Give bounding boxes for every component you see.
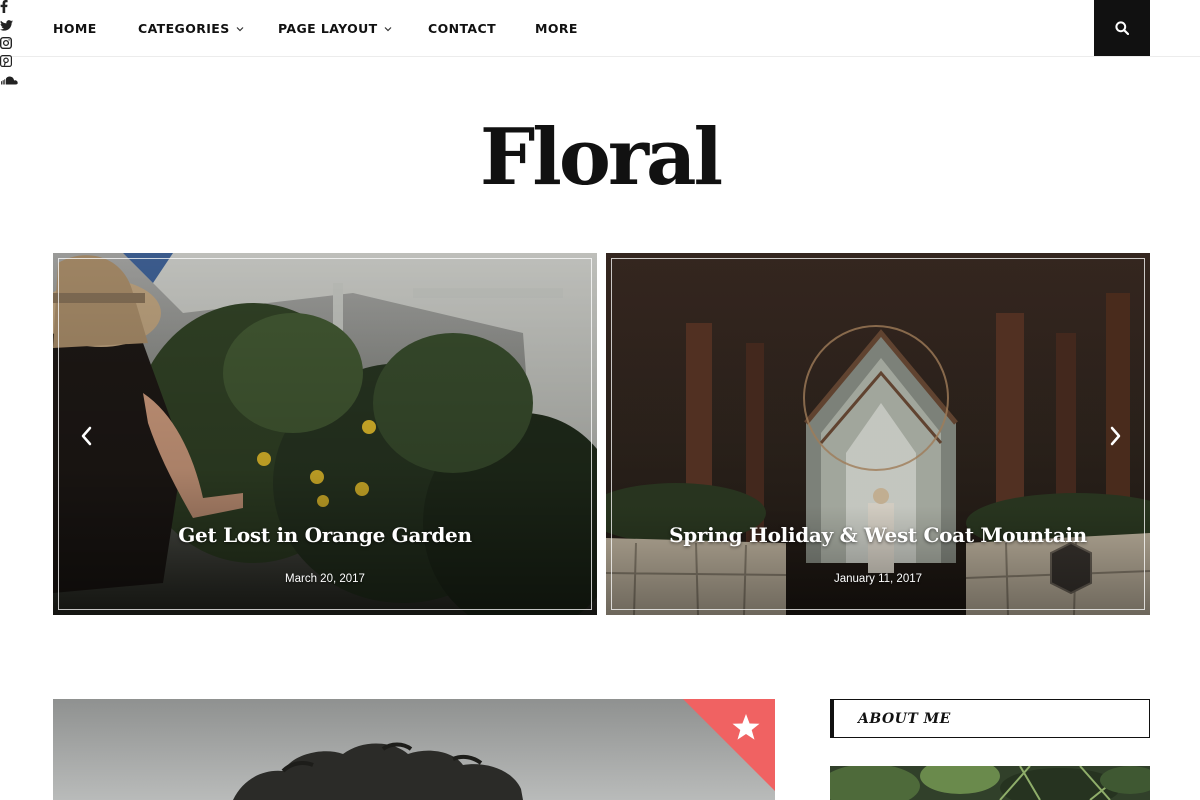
- nav-item-label: PAGE LAYOUT: [278, 21, 378, 36]
- instagram-icon[interactable]: [0, 36, 1200, 54]
- nav-item-page-layout[interactable]: PAGE LAYOUT: [278, 21, 392, 36]
- chevron-down-icon: [384, 26, 392, 31]
- soundcloud-icon[interactable]: [0, 72, 18, 90]
- top-navigation-bar: HOME CATEGORIES PAGE LAYOUT CONTACT MORE: [0, 0, 1200, 85]
- slide-title[interactable]: Get Lost in Orange Garden: [53, 523, 597, 547]
- about-me-image: [830, 766, 1150, 800]
- slide-title[interactable]: Spring Holiday & West Coat Mountain: [606, 523, 1150, 547]
- search-button[interactable]: [1094, 0, 1150, 56]
- nav-item-contact[interactable]: CONTACT: [428, 21, 496, 36]
- chevron-down-icon: [236, 26, 244, 31]
- nav-item-home[interactable]: HOME: [53, 21, 97, 36]
- about-me-widget-title: ABOUT ME: [830, 699, 1150, 738]
- nav-item-label: HOME: [53, 21, 97, 36]
- featured-badge[interactable]: [683, 699, 775, 791]
- nav-item-label: MORE: [535, 21, 578, 36]
- slide-image: [53, 253, 597, 615]
- site-logo[interactable]: Floral: [0, 108, 1200, 208]
- chevron-left-icon[interactable]: [78, 424, 94, 448]
- nav-item-more[interactable]: MORE: [535, 21, 578, 36]
- slide-date: March 20, 2017: [285, 573, 365, 585]
- slider-item-orange-garden[interactable]: Get Lost in Orange Garden March 20, 2017: [53, 253, 597, 615]
- nav-item-label: CATEGORIES: [138, 21, 230, 36]
- chevron-right-icon[interactable]: [1108, 424, 1124, 448]
- slider-item-spring-holiday[interactable]: Spring Holiday & West Coat Mountain Janu…: [606, 253, 1150, 615]
- facebook-icon[interactable]: [0, 0, 1200, 18]
- pinterest-icon[interactable]: [0, 54, 1200, 72]
- nav-item-categories[interactable]: CATEGORIES: [138, 21, 244, 36]
- slide-date: January 11, 2017: [833, 573, 923, 585]
- nav-item-label: CONTACT: [428, 21, 496, 36]
- featured-post-image[interactable]: [53, 699, 775, 800]
- slide-image: [606, 253, 1150, 615]
- search-icon: [1115, 21, 1129, 35]
